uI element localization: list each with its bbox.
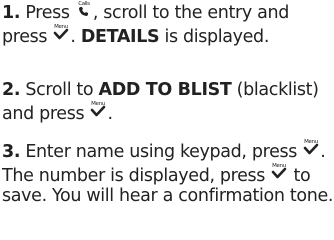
step-2: 2. Scroll to ADD TO BLIST (blacklist) an… bbox=[2, 80, 334, 124]
add-to-blist-label: ADD TO BLIST bbox=[98, 80, 232, 100]
menu-check-icon: Menu bbox=[302, 139, 320, 157]
menu-icon-label: Menu bbox=[304, 139, 318, 145]
step-2-text-c: . bbox=[107, 103, 113, 124]
menu-check-icon: Menu bbox=[270, 163, 288, 181]
step-2-text-a: Scroll to bbox=[20, 80, 99, 100]
calls-icon: Calls bbox=[75, 0, 93, 18]
menu-check-icon: Menu bbox=[89, 101, 107, 119]
details-label: DETAILS bbox=[80, 26, 160, 47]
step-1: 1. Press Calls, scroll to the entry and … bbox=[2, 0, 334, 47]
step-3-number: 3. bbox=[2, 142, 21, 162]
step-3-text-a: Enter name using keypad, press bbox=[20, 142, 303, 162]
menu-icon-label: Menu bbox=[55, 24, 69, 30]
step-1-text-a: Press bbox=[20, 3, 75, 23]
step-1-number: 1. bbox=[2, 3, 21, 23]
step-1-text-c: . bbox=[70, 26, 81, 47]
menu-icon-label: Menu bbox=[272, 163, 286, 169]
menu-check-icon: Menu bbox=[52, 24, 70, 42]
instruction-page: 1. Press Calls, scroll to the entry and … bbox=[0, 0, 334, 240]
step-2-number: 2. bbox=[2, 80, 21, 100]
menu-icon-label: Menu bbox=[92, 101, 106, 107]
calls-icon-label: Calls bbox=[78, 1, 90, 7]
step-3: 3. Enter name using keypad, press Menu. … bbox=[2, 139, 334, 207]
step-1-text-d: is displayed. bbox=[159, 26, 270, 47]
